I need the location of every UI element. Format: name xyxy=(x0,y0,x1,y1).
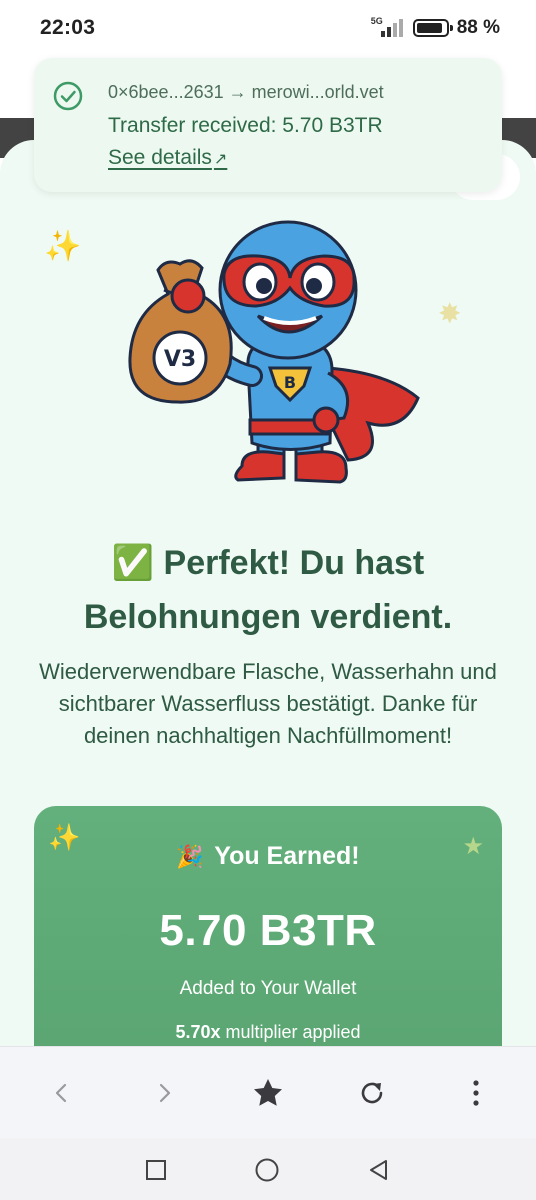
status-time: 22:03 xyxy=(40,16,96,39)
star-burst-icon: ✸ xyxy=(438,298,462,329)
check-circle-icon xyxy=(53,81,83,111)
status-bar: 22:03 5G 88 % xyxy=(0,0,536,60)
see-details-label: See details xyxy=(108,146,212,169)
battery-percent: 88 % xyxy=(456,17,500,38)
signal-icon: 5G xyxy=(371,17,405,39)
browser-toolbar xyxy=(0,1046,536,1138)
earned-title-text: You Earned! xyxy=(214,842,360,870)
notification-title: Transfer received: 5.70 B3TR xyxy=(108,114,383,137)
see-details-link[interactable]: See details ↗ xyxy=(108,146,227,170)
forward-arrow-icon[interactable] xyxy=(144,1073,184,1113)
home-circle-icon[interactable] xyxy=(253,1156,281,1184)
reward-page[interactable]: ✨ ✸ B V3 ✅ Perfekt! Du hast Belohnungen … xyxy=(0,140,536,1046)
success-description: Wiederverwendbare Flasche, Wasserhahn un… xyxy=(39,659,497,748)
arrow-up-right-icon: ↗ xyxy=(213,151,228,168)
multiplier-value: 5.70x xyxy=(175,1022,221,1042)
party-popper-icon: 🎉 xyxy=(176,844,204,869)
back-triangle-icon[interactable] xyxy=(364,1156,392,1184)
money-bag-label: V3 xyxy=(164,347,196,372)
success-title: ✅ Perfekt! Du hast Belohnungen verdient. xyxy=(83,544,453,636)
transfer-route: 0×6bee...2631 → merowi...orld.vet xyxy=(108,82,384,102)
reload-icon[interactable] xyxy=(352,1073,392,1113)
earned-card: ✨ ★ 🎉 You Earned! 5.70 B3TR Added to You… xyxy=(34,806,502,1046)
earned-subtitle: Added to Your Wallet xyxy=(179,978,357,999)
more-vert-icon[interactable] xyxy=(456,1073,496,1113)
battery-icon xyxy=(412,19,453,37)
recents-square-icon[interactable] xyxy=(142,1156,170,1184)
multiplier-label: multiplier applied xyxy=(220,1022,361,1042)
back-arrow-icon[interactable] xyxy=(42,1073,82,1113)
superhero-mascot-illustration: B V3 xyxy=(128,220,420,484)
sparkle-icon: ✨ xyxy=(44,230,82,263)
multiplier-text: 5.70x multiplier applied xyxy=(34,1022,502,1043)
earned-amount: 5.70 B3TR xyxy=(159,906,377,955)
system-nav-bar xyxy=(0,1138,536,1200)
status-icons: 5G 88 % xyxy=(371,17,500,39)
star-icon[interactable] xyxy=(248,1073,288,1113)
transfer-notification[interactable]: 0×6bee...2631 → merowi...orld.vet Transf… xyxy=(34,58,502,192)
mascot-badge-letter: B xyxy=(284,373,296,392)
earned-title: 🎉 You Earned! xyxy=(34,842,502,871)
